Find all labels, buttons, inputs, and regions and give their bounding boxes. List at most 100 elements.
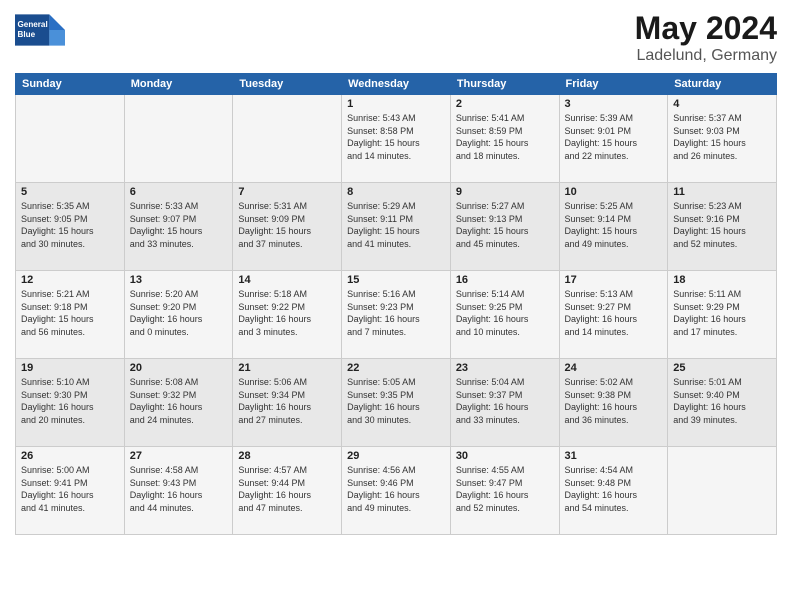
day-number: 19 <box>21 362 119 374</box>
day-info: Sunrise: 5:20 AM Sunset: 9:20 PM Dayligh… <box>130 288 228 338</box>
cell-w3-d2: 14 Sunrise: 5:18 AM Sunset: 9:22 PM Dayli… <box>233 271 342 359</box>
cell-w1-d3: 1 Sunrise: 5:43 AM Sunset: 8:58 PM Daylig… <box>342 95 451 183</box>
week-row-2: 5Sunrise: 5:35 AM Sunset: 9:05 PM Daylig… <box>16 183 777 271</box>
cell-w2-d1: 6 Sunrise: 5:33 AM Sunset: 9:07 PM Daylig… <box>124 183 233 271</box>
cell-w3-d6: 18Sunrise: 5:11 AM Sunset: 9:29 PM Dayli… <box>668 271 777 359</box>
day-info: Sunrise: 5:25 AM Sunset: 9:14 PM Dayligh… <box>565 200 663 250</box>
cell-w5-d0: 26 Sunrise: 5:00 AM Sunset: 9:41 PM Dayli… <box>16 447 125 535</box>
logo: General Blue <box>15 10 65 50</box>
cell-w2-d6: 11 Sunrise: 5:23 AM Sunset: 9:16 PM Dayli… <box>668 183 777 271</box>
day-number: 26 <box>21 450 119 462</box>
logo-svg: General Blue <box>15 10 65 50</box>
title-location: Ladelund, Germany <box>635 47 777 65</box>
cell-w5-d5: 31Sunrise: 4:54 AM Sunset: 9:48 PM Dayli… <box>559 447 668 535</box>
cell-w2-d2: 7 Sunrise: 5:31 AM Sunset: 9:09 PM Daylig… <box>233 183 342 271</box>
cell-w3-d0: 12 Sunrise: 5:21 AM Sunset: 9:18 PM Dayli… <box>16 271 125 359</box>
col-tuesday: Tuesday <box>233 74 342 95</box>
cell-w4-d1: 20 Sunrise: 5:08 AM Sunset: 9:32 PM Dayli… <box>124 359 233 447</box>
day-number: 27 <box>130 450 228 462</box>
cell-w2-d0: 5Sunrise: 5:35 AM Sunset: 9:05 PM Daylig… <box>16 183 125 271</box>
day-info: Sunrise: 5:16 AM Sunset: 9:23 PM Dayligh… <box>347 288 445 338</box>
day-info: Sunrise: 5:04 AM Sunset: 9:37 PM Dayligh… <box>456 376 554 426</box>
day-number: 13 <box>130 274 228 286</box>
day-number: 30 <box>456 450 554 462</box>
header-row: Sunday Monday Tuesday Wednesday Thursday… <box>16 74 777 95</box>
col-wednesday: Wednesday <box>342 74 451 95</box>
day-info: Sunrise: 5:33 AM Sunset: 9:07 PM Dayligh… <box>130 200 228 250</box>
week-row-5: 26 Sunrise: 5:00 AM Sunset: 9:41 PM Dayli… <box>16 447 777 535</box>
day-info: Sunrise: 5:27 AM Sunset: 9:13 PM Dayligh… <box>456 200 554 250</box>
week-row-1: 1 Sunrise: 5:43 AM Sunset: 8:58 PM Daylig… <box>16 95 777 183</box>
cell-w4-d5: 24 Sunrise: 5:02 AM Sunset: 9:38 PM Dayli… <box>559 359 668 447</box>
cell-w1-d2 <box>233 95 342 183</box>
day-number: 12 <box>21 274 119 286</box>
cell-w1-d1 <box>124 95 233 183</box>
week-row-3: 12 Sunrise: 5:21 AM Sunset: 9:18 PM Dayli… <box>16 271 777 359</box>
cell-w4-d2: 21 Sunrise: 5:06 AM Sunset: 9:34 PM Dayli… <box>233 359 342 447</box>
main-container: General Blue May 2024 Ladelund, Germany … <box>0 0 792 545</box>
day-number: 20 <box>130 362 228 374</box>
cell-w4-d6: 25 Sunrise: 5:01 AM Sunset: 9:40 PM Dayli… <box>668 359 777 447</box>
cell-w4-d3: 22 Sunrise: 5:05 AM Sunset: 9:35 PM Dayli… <box>342 359 451 447</box>
day-number: 2 <box>456 98 554 110</box>
col-saturday: Saturday <box>668 74 777 95</box>
cell-w5-d2: 28 Sunrise: 4:57 AM Sunset: 9:44 PM Dayli… <box>233 447 342 535</box>
day-number: 15 <box>347 274 445 286</box>
day-info: Sunrise: 5:01 AM Sunset: 9:40 PM Dayligh… <box>673 376 771 426</box>
cell-w1-d5: 3Sunrise: 5:39 AM Sunset: 9:01 PM Daylig… <box>559 95 668 183</box>
cell-w2-d5: 10 Sunrise: 5:25 AM Sunset: 9:14 PM Dayli… <box>559 183 668 271</box>
day-number: 14 <box>238 274 336 286</box>
col-friday: Friday <box>559 74 668 95</box>
day-number: 28 <box>238 450 336 462</box>
calendar-table: Sunday Monday Tuesday Wednesday Thursday… <box>15 73 777 535</box>
day-number: 4 <box>673 98 771 110</box>
day-number: 10 <box>565 186 663 198</box>
day-number: 1 <box>347 98 445 110</box>
cell-w2-d3: 8Sunrise: 5:29 AM Sunset: 9:11 PM Daylig… <box>342 183 451 271</box>
day-number: 9 <box>456 186 554 198</box>
title-block: May 2024 Ladelund, Germany <box>635 10 777 65</box>
day-info: Sunrise: 5:08 AM Sunset: 9:32 PM Dayligh… <box>130 376 228 426</box>
day-info: Sunrise: 5:21 AM Sunset: 9:18 PM Dayligh… <box>21 288 119 338</box>
cell-w3-d1: 13 Sunrise: 5:20 AM Sunset: 9:20 PM Dayli… <box>124 271 233 359</box>
day-number: 8 <box>347 186 445 198</box>
day-number: 16 <box>456 274 554 286</box>
day-number: 5 <box>21 186 119 198</box>
day-number: 29 <box>347 450 445 462</box>
cell-w3-d3: 15 Sunrise: 5:16 AM Sunset: 9:23 PM Dayli… <box>342 271 451 359</box>
col-monday: Monday <box>124 74 233 95</box>
svg-text:General: General <box>18 20 48 29</box>
day-number: 17 <box>565 274 663 286</box>
day-info: Sunrise: 5:37 AM Sunset: 9:03 PM Dayligh… <box>673 112 771 162</box>
cell-w4-d0: 19 Sunrise: 5:10 AM Sunset: 9:30 PM Dayli… <box>16 359 125 447</box>
day-number: 25 <box>673 362 771 374</box>
day-number: 22 <box>347 362 445 374</box>
cell-w5-d1: 27 Sunrise: 4:58 AM Sunset: 9:43 PM Dayli… <box>124 447 233 535</box>
cell-w3-d5: 17Sunrise: 5:13 AM Sunset: 9:27 PM Dayli… <box>559 271 668 359</box>
day-info: Sunrise: 4:57 AM Sunset: 9:44 PM Dayligh… <box>238 464 336 514</box>
day-info: Sunrise: 5:43 AM Sunset: 8:58 PM Dayligh… <box>347 112 445 162</box>
day-number: 24 <box>565 362 663 374</box>
day-number: 7 <box>238 186 336 198</box>
header: General Blue May 2024 Ladelund, Germany <box>15 10 777 65</box>
day-info: Sunrise: 5:18 AM Sunset: 9:22 PM Dayligh… <box>238 288 336 338</box>
cell-w5-d6 <box>668 447 777 535</box>
day-info: Sunrise: 5:39 AM Sunset: 9:01 PM Dayligh… <box>565 112 663 162</box>
day-info: Sunrise: 5:06 AM Sunset: 9:34 PM Dayligh… <box>238 376 336 426</box>
cell-w2-d4: 9 Sunrise: 5:27 AM Sunset: 9:13 PM Daylig… <box>450 183 559 271</box>
day-info: Sunrise: 5:23 AM Sunset: 9:16 PM Dayligh… <box>673 200 771 250</box>
day-info: Sunrise: 5:10 AM Sunset: 9:30 PM Dayligh… <box>21 376 119 426</box>
day-info: Sunrise: 5:02 AM Sunset: 9:38 PM Dayligh… <box>565 376 663 426</box>
week-row-4: 19 Sunrise: 5:10 AM Sunset: 9:30 PM Dayli… <box>16 359 777 447</box>
cell-w1-d4: 2Sunrise: 5:41 AM Sunset: 8:59 PM Daylig… <box>450 95 559 183</box>
day-info: Sunrise: 5:05 AM Sunset: 9:35 PM Dayligh… <box>347 376 445 426</box>
day-number: 6 <box>130 186 228 198</box>
day-info: Sunrise: 5:31 AM Sunset: 9:09 PM Dayligh… <box>238 200 336 250</box>
day-info: Sunrise: 5:00 AM Sunset: 9:41 PM Dayligh… <box>21 464 119 514</box>
col-thursday: Thursday <box>450 74 559 95</box>
day-number: 11 <box>673 186 771 198</box>
svg-text:Blue: Blue <box>18 30 36 39</box>
day-info: Sunrise: 5:11 AM Sunset: 9:29 PM Dayligh… <box>673 288 771 338</box>
day-number: 21 <box>238 362 336 374</box>
day-info: Sunrise: 4:58 AM Sunset: 9:43 PM Dayligh… <box>130 464 228 514</box>
